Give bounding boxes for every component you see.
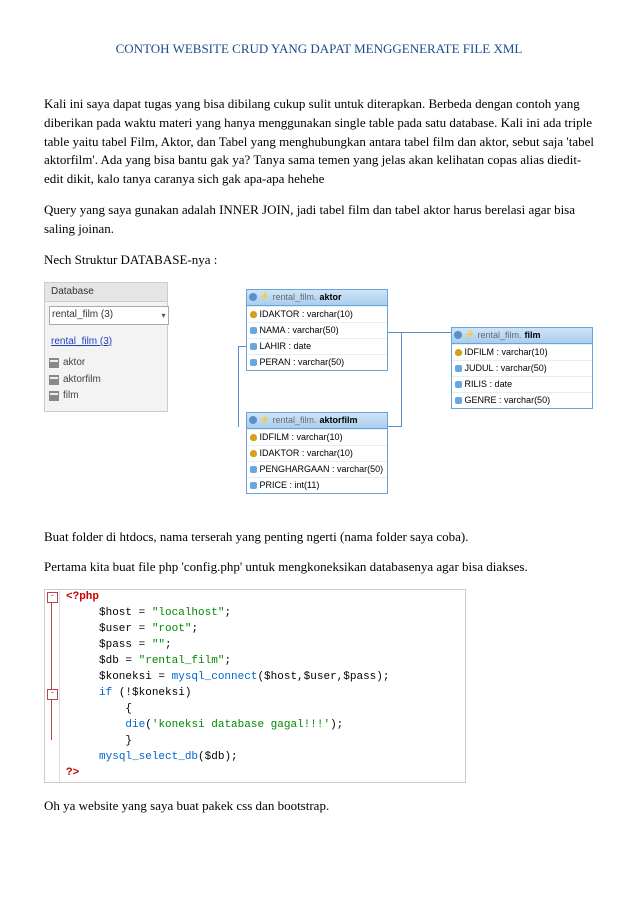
body-paragraph: Query yang saya gunakan adalah INNER JOI… bbox=[44, 201, 594, 239]
code-line: <?php bbox=[60, 590, 389, 606]
erd-column-label: JUDUL : varchar(50) bbox=[465, 362, 547, 375]
code-line: $user = "root"; bbox=[60, 622, 389, 638]
body-paragraph: Pertama kita buat file php 'config.php' … bbox=[44, 558, 594, 577]
erd-column: PENGHARGAAN : varchar(50) bbox=[247, 461, 387, 477]
erd-table[interactable]: ⚡rental_film.aktorfilm IDFILM : varchar(1… bbox=[246, 412, 388, 494]
erd-column: GENRE : varchar(50) bbox=[452, 392, 592, 408]
table-icon bbox=[49, 375, 59, 385]
erd-column: PERAN : varchar(50) bbox=[247, 354, 387, 370]
sidebar-table-item[interactable]: film bbox=[49, 388, 163, 405]
code-line: die('koneksi database gagal!!!'); bbox=[60, 718, 389, 734]
body-paragraph: Kali ini saya dapat tugas yang bisa dibi… bbox=[44, 95, 594, 189]
code-gutter: - - bbox=[45, 590, 60, 781]
table-icon bbox=[49, 391, 59, 401]
body-paragraph: Nech Struktur DATABASE-nya : bbox=[44, 251, 594, 270]
code-line: } bbox=[60, 734, 389, 750]
field-icon bbox=[250, 482, 257, 489]
erd-column: PRICE : int(11) bbox=[247, 477, 387, 493]
sidebar-table-item[interactable]: aktor bbox=[49, 355, 163, 372]
field-icon bbox=[250, 466, 257, 473]
field-icon bbox=[455, 397, 462, 404]
database-panel-heading: Database bbox=[45, 283, 167, 303]
gear-icon bbox=[249, 293, 257, 301]
code-line: $host = "localhost"; bbox=[60, 606, 389, 622]
erd-column-label: IDFILM : varchar(10) bbox=[260, 431, 343, 444]
key-icon bbox=[455, 349, 462, 356]
database-structure-figure: Database rental_film (3) ▾ rental_film (… bbox=[44, 282, 594, 512]
code-line: $db = "rental_film"; bbox=[60, 654, 389, 670]
erd-column-label: LAHIR : date bbox=[260, 340, 312, 353]
erd-column-label: PRICE : int(11) bbox=[260, 479, 320, 492]
erd-column-label: IDAKTOR : varchar(10) bbox=[260, 447, 353, 460]
key-icon bbox=[250, 434, 257, 441]
sidebar-table-label: film bbox=[63, 389, 79, 404]
code-line: ?> bbox=[60, 766, 389, 782]
erd-column-label: PERAN : varchar(50) bbox=[260, 356, 345, 369]
erd-column: IDAKTOR : varchar(10) bbox=[247, 445, 387, 461]
erd-column: JUDUL : varchar(50) bbox=[452, 360, 592, 376]
gear-icon bbox=[454, 331, 462, 339]
lightning-icon: ⚡ bbox=[465, 329, 475, 341]
database-schema-link[interactable]: rental_film (3) bbox=[45, 329, 167, 356]
erd-column: NAMA : varchar(50) bbox=[247, 322, 387, 338]
erd-column: IDFILM : varchar(10) bbox=[452, 344, 592, 360]
erd-column-label: RILIS : date bbox=[465, 378, 513, 391]
erd-relation-line bbox=[386, 332, 452, 334]
key-icon bbox=[250, 450, 257, 457]
fold-minus-icon[interactable]: - bbox=[47, 689, 58, 700]
erd-table[interactable]: ⚡rental_film.aktor IDAKTOR : varchar(10) N… bbox=[246, 289, 388, 371]
lightning-icon: ⚡ bbox=[260, 291, 270, 303]
erd-canvas: ⚡rental_film.aktor IDAKTOR : varchar(10) N… bbox=[176, 282, 594, 512]
erd-table-header: ⚡rental_film.aktorfilm bbox=[247, 413, 387, 429]
table-icon bbox=[49, 358, 59, 368]
php-code-block: - - <?php $host = "localhost"; $user = "… bbox=[44, 589, 466, 782]
erd-relation-line bbox=[401, 332, 403, 426]
erd-column-label: GENRE : varchar(50) bbox=[465, 394, 551, 407]
code-line: { bbox=[60, 702, 389, 718]
chevron-down-icon: ▾ bbox=[162, 310, 166, 322]
erd-column: LAHIR : date bbox=[247, 338, 387, 354]
key-icon bbox=[250, 311, 257, 318]
field-icon bbox=[250, 343, 257, 350]
code-line: if (!$koneksi) bbox=[60, 686, 389, 702]
erd-table[interactable]: ⚡rental_film.film IDFILM : varchar(10) JUD… bbox=[451, 327, 593, 409]
erd-column: RILIS : date bbox=[452, 376, 592, 392]
erd-column: IDFILM : varchar(10) bbox=[247, 429, 387, 445]
field-icon bbox=[250, 359, 257, 366]
fold-minus-icon[interactable]: - bbox=[47, 592, 58, 603]
erd-column: IDAKTOR : varchar(10) bbox=[247, 306, 387, 322]
page-title: CONTOH WEBSITE CRUD YANG DAPAT MENGGENER… bbox=[44, 40, 594, 59]
field-icon bbox=[455, 365, 462, 372]
sidebar-table-label: aktor bbox=[63, 356, 85, 371]
erd-table-header: ⚡rental_film.film bbox=[452, 328, 592, 344]
erd-column-label: PENGHARGAAN : varchar(50) bbox=[260, 463, 384, 476]
erd-relation-line bbox=[386, 426, 402, 428]
gear-icon bbox=[249, 416, 257, 424]
code-line: $pass = ""; bbox=[60, 638, 389, 654]
code-line: mysql_select_db($db); bbox=[60, 750, 389, 766]
database-select-value: rental_film (3) bbox=[52, 308, 113, 323]
field-icon bbox=[455, 381, 462, 388]
body-paragraph: Oh ya website yang saya buat pakek css d… bbox=[44, 797, 594, 816]
database-select[interactable]: rental_film (3) ▾ bbox=[49, 306, 169, 325]
lightning-icon: ⚡ bbox=[260, 414, 270, 426]
erd-column-label: IDAKTOR : varchar(10) bbox=[260, 308, 353, 321]
sidebar-table-item[interactable]: aktorfilm bbox=[49, 372, 163, 389]
field-icon bbox=[250, 327, 257, 334]
database-sidebar: Database rental_film (3) ▾ rental_film (… bbox=[44, 282, 168, 412]
erd-column-label: NAMA : varchar(50) bbox=[260, 324, 339, 337]
erd-column-label: IDFILM : varchar(10) bbox=[465, 346, 548, 359]
body-paragraph: Buat folder di htdocs, nama terserah yan… bbox=[44, 528, 594, 547]
erd-table-header: ⚡rental_film.aktor bbox=[247, 290, 387, 306]
code-line: $koneksi = mysql_connect($host,$user,$pa… bbox=[60, 670, 389, 686]
sidebar-table-label: aktorfilm bbox=[63, 373, 101, 388]
